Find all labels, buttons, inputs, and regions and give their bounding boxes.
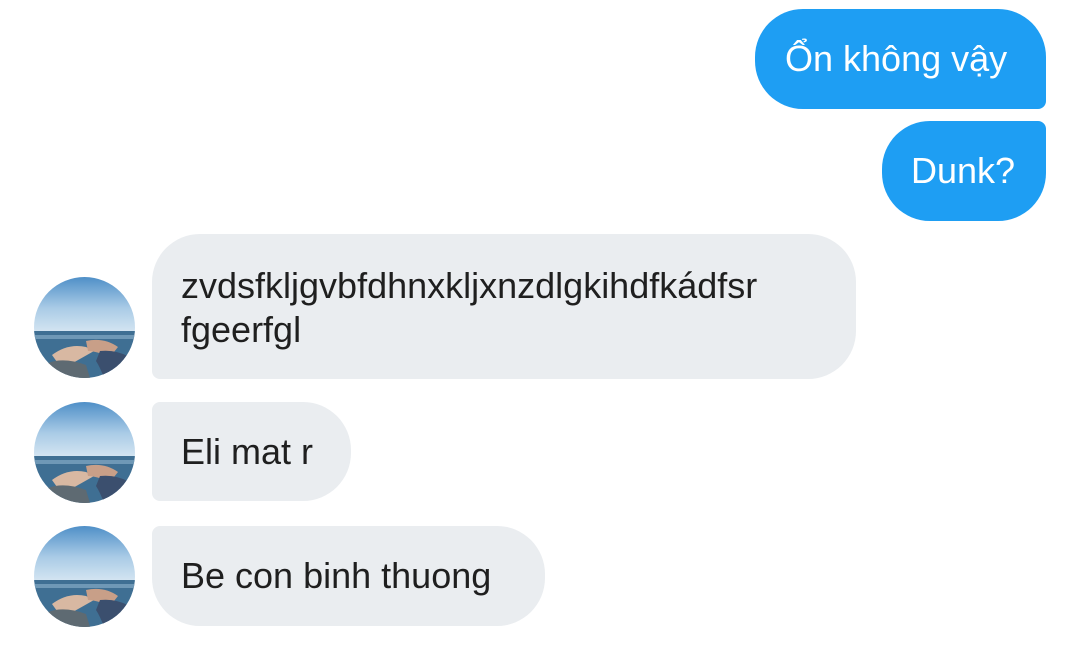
contact-avatar[interactable]	[34, 402, 135, 503]
message-text: Ổn không vậy	[785, 38, 1008, 79]
received-message-bubble[interactable]: Be con binh thuong	[152, 526, 545, 626]
sent-message-bubble[interactable]: Dunk?	[882, 121, 1046, 221]
message-text: Be con binh thuong	[181, 555, 492, 596]
avatar-photo-icon	[34, 526, 135, 627]
message-text-line-1: zvdsfkljgvbfdhnxkljxnzdlgkihdfkádfsr	[181, 265, 758, 306]
sent-message-bubble[interactable]: Ổn không vậy	[755, 9, 1046, 109]
message-text: Dunk?	[911, 150, 1016, 191]
received-message-bubble[interactable]: zvdsfkljgvbfdhnxkljxnzdlgkihdfkádfsr fge…	[152, 234, 856, 379]
avatar-photo-icon	[34, 277, 135, 378]
contact-avatar[interactable]	[34, 526, 135, 627]
message-text-line-2: fgeerfgl	[181, 309, 302, 350]
received-message-bubble[interactable]: Eli mat r	[152, 402, 351, 501]
avatar-photo-icon	[34, 402, 135, 503]
message-text: Eli mat r	[181, 431, 314, 472]
contact-avatar[interactable]	[34, 277, 135, 378]
